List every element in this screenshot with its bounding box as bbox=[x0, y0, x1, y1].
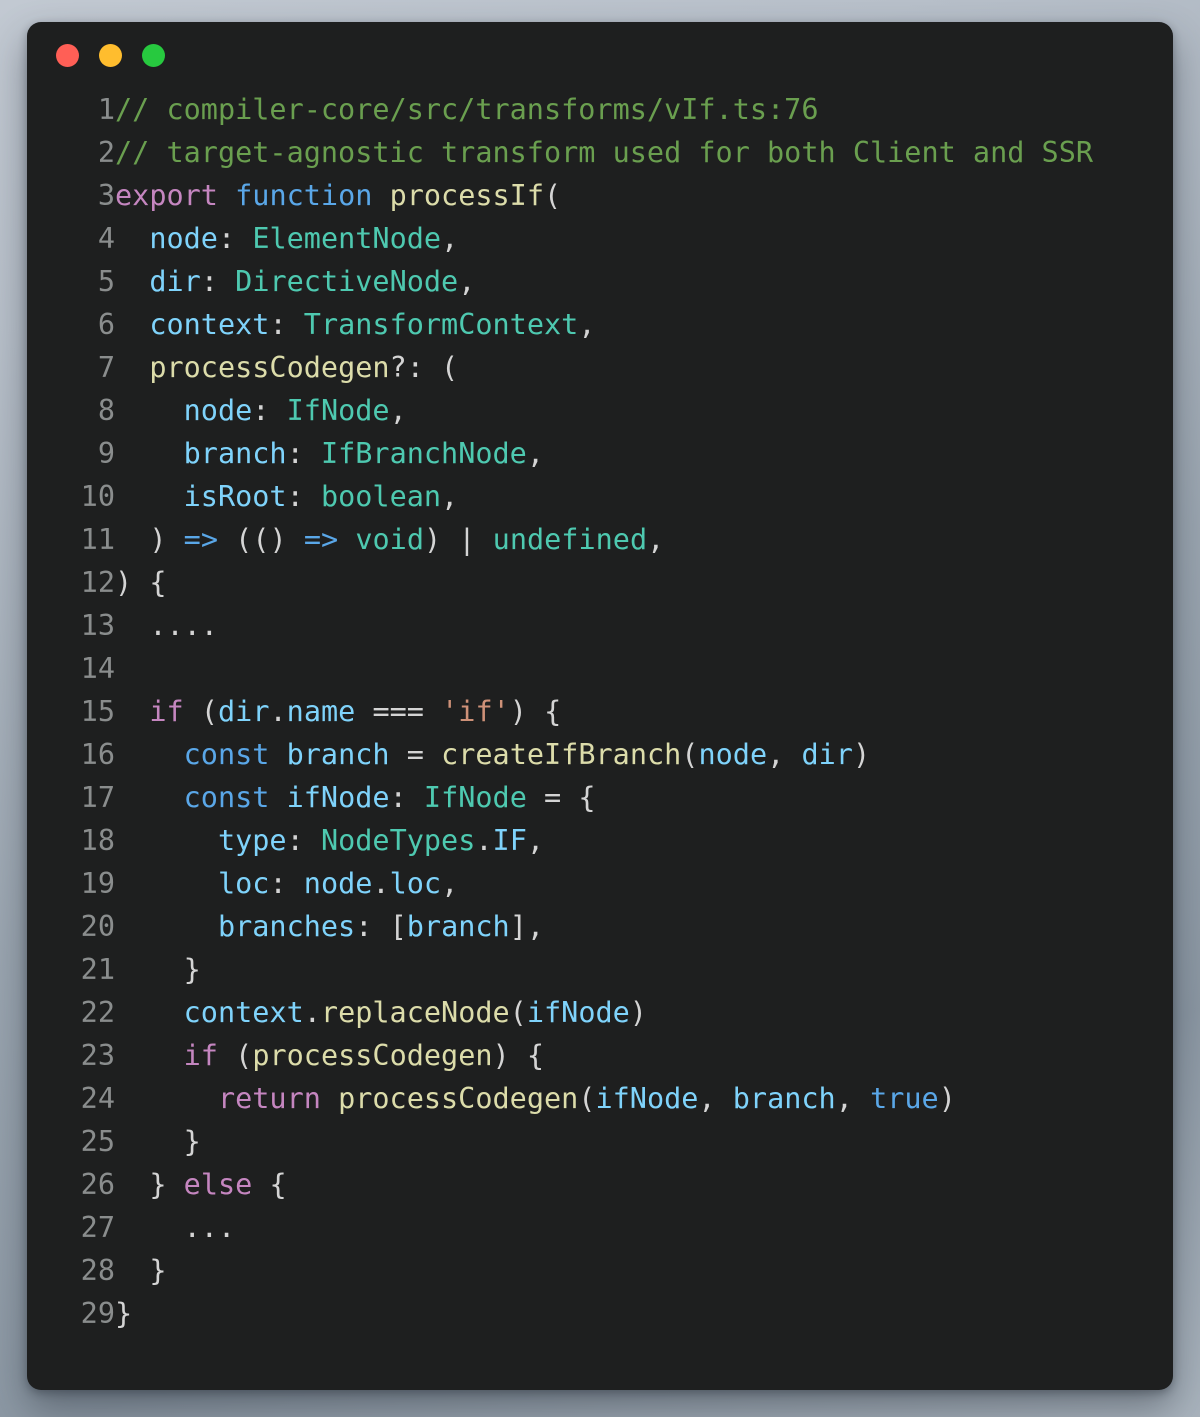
code-line: 11 ) => (() => void) | undefined, bbox=[27, 518, 1093, 561]
line-number: 10 bbox=[80, 480, 115, 513]
code-line: 23 if (processCodegen) { bbox=[27, 1034, 1093, 1077]
code-editor-body[interactable]: 1 // compiler-core/src/transforms/vIf.ts… bbox=[27, 88, 1173, 1335]
code-line: 5 dir: DirectiveNode, bbox=[27, 260, 1093, 303]
line-source[interactable]: } bbox=[115, 1249, 1093, 1292]
line-number: 24 bbox=[80, 1082, 115, 1115]
screenshot-stage: 1 // compiler-core/src/transforms/vIf.ts… bbox=[0, 0, 1200, 1417]
line-source[interactable]: } bbox=[115, 1292, 1093, 1335]
maximize-button-icon[interactable] bbox=[142, 43, 165, 67]
code-table: 1 // compiler-core/src/transforms/vIf.ts… bbox=[27, 88, 1093, 1335]
line-number: 13 bbox=[80, 609, 115, 642]
code-line: 7 processCodegen?: ( bbox=[27, 346, 1093, 389]
line-number: 19 bbox=[80, 867, 115, 900]
line-number: 28 bbox=[80, 1254, 115, 1287]
close-button-icon[interactable] bbox=[56, 43, 79, 67]
line-source[interactable]: const branch = createIfBranch(node, dir) bbox=[115, 733, 1093, 776]
line-source[interactable]: branches: [branch], bbox=[115, 905, 1093, 948]
line-source[interactable]: ) => (() => void) | undefined, bbox=[115, 518, 1093, 561]
code-line: 2 // target-agnostic transform used for … bbox=[27, 131, 1093, 174]
line-number: 5 bbox=[97, 265, 115, 298]
line-number: 25 bbox=[80, 1125, 115, 1158]
line-number: 4 bbox=[97, 222, 115, 255]
code-line: 20 branches: [branch], bbox=[27, 905, 1093, 948]
code-window: 1 // compiler-core/src/transforms/vIf.ts… bbox=[27, 22, 1173, 1390]
line-source[interactable]: export function processIf( bbox=[115, 174, 1093, 217]
line-number: 7 bbox=[97, 351, 115, 384]
line-source[interactable]: // compiler-core/src/transforms/vIf.ts:7… bbox=[115, 88, 1093, 131]
line-source[interactable]: } bbox=[115, 948, 1093, 991]
code-line: 13 .... bbox=[27, 604, 1093, 647]
code-line: 17 const ifNode: IfNode = { bbox=[27, 776, 1093, 819]
line-number: 17 bbox=[80, 781, 115, 814]
code-line: 8 node: IfNode, bbox=[27, 389, 1093, 432]
line-source[interactable]: context: TransformContext, bbox=[115, 303, 1093, 346]
line-source[interactable]: type: NodeTypes.IF, bbox=[115, 819, 1093, 862]
line-source[interactable]: isRoot: boolean, bbox=[115, 475, 1093, 518]
line-source[interactable]: node: ElementNode, bbox=[115, 217, 1093, 260]
line-source[interactable]: dir: DirectiveNode, bbox=[115, 260, 1093, 303]
line-source[interactable]: node: IfNode, bbox=[115, 389, 1093, 432]
line-number: 23 bbox=[80, 1039, 115, 1072]
line-source[interactable]: processCodegen?: ( bbox=[115, 346, 1093, 389]
code-line: 19 loc: node.loc, bbox=[27, 862, 1093, 905]
line-number: 18 bbox=[80, 824, 115, 857]
code-line: 18 type: NodeTypes.IF, bbox=[27, 819, 1093, 862]
code-line: 21 } bbox=[27, 948, 1093, 991]
line-source[interactable]: if (dir.name === 'if') { bbox=[115, 690, 1093, 733]
line-source[interactable]: } bbox=[115, 1120, 1093, 1163]
code-line: 6 context: TransformContext, bbox=[27, 303, 1093, 346]
line-source[interactable]: context.replaceNode(ifNode) bbox=[115, 991, 1093, 1034]
code-line: 1 // compiler-core/src/transforms/vIf.ts… bbox=[27, 88, 1093, 131]
line-source[interactable]: // target-agnostic transform used for bo… bbox=[115, 131, 1093, 174]
line-number: 9 bbox=[97, 437, 115, 470]
code-line: 16 const branch = createIfBranch(node, d… bbox=[27, 733, 1093, 776]
code-line: 25 } bbox=[27, 1120, 1093, 1163]
code-line: 27 ... bbox=[27, 1206, 1093, 1249]
line-number: 29 bbox=[80, 1297, 115, 1330]
code-line: 22 context.replaceNode(ifNode) bbox=[27, 991, 1093, 1034]
code-line: 15 if (dir.name === 'if') { bbox=[27, 690, 1093, 733]
line-source[interactable] bbox=[115, 647, 1093, 690]
code-line: 9 branch: IfBranchNode, bbox=[27, 432, 1093, 475]
line-source[interactable]: loc: node.loc, bbox=[115, 862, 1093, 905]
line-source[interactable]: if (processCodegen) { bbox=[115, 1034, 1093, 1077]
line-source[interactable]: return processCodegen(ifNode, branch, tr… bbox=[115, 1077, 1093, 1120]
line-number: 11 bbox=[80, 523, 115, 556]
code-line: 29 } bbox=[27, 1292, 1093, 1335]
code-line: 14 bbox=[27, 647, 1093, 690]
code-line: 28 } bbox=[27, 1249, 1093, 1292]
line-number: 27 bbox=[80, 1211, 115, 1244]
line-number: 26 bbox=[80, 1168, 115, 1201]
line-number: 8 bbox=[97, 394, 115, 427]
code-line: 12 ) { bbox=[27, 561, 1093, 604]
line-number: 20 bbox=[80, 910, 115, 943]
code-line: 24 return processCodegen(ifNode, branch,… bbox=[27, 1077, 1093, 1120]
line-number: 6 bbox=[97, 308, 115, 341]
window-titlebar[interactable] bbox=[27, 22, 1173, 88]
line-number: 22 bbox=[80, 996, 115, 1029]
minimize-button-icon[interactable] bbox=[99, 43, 122, 67]
line-source[interactable]: ... bbox=[115, 1206, 1093, 1249]
code-line: 10 isRoot: boolean, bbox=[27, 475, 1093, 518]
code-line: 26 } else { bbox=[27, 1163, 1093, 1206]
line-number: 1 bbox=[97, 93, 115, 126]
code-line: 3 export function processIf( bbox=[27, 174, 1093, 217]
line-source[interactable]: const ifNode: IfNode = { bbox=[115, 776, 1093, 819]
line-source[interactable]: branch: IfBranchNode, bbox=[115, 432, 1093, 475]
line-number: 3 bbox=[97, 179, 115, 212]
line-number: 12 bbox=[80, 566, 115, 599]
line-source[interactable]: } else { bbox=[115, 1163, 1093, 1206]
line-number: 16 bbox=[80, 738, 115, 771]
line-number: 15 bbox=[80, 695, 115, 728]
line-number: 2 bbox=[97, 136, 115, 169]
code-line: 4 node: ElementNode, bbox=[27, 217, 1093, 260]
line-number: 14 bbox=[80, 652, 115, 685]
line-source[interactable]: .... bbox=[115, 604, 1093, 647]
line-source[interactable]: ) { bbox=[115, 561, 1093, 604]
line-number: 21 bbox=[80, 953, 115, 986]
